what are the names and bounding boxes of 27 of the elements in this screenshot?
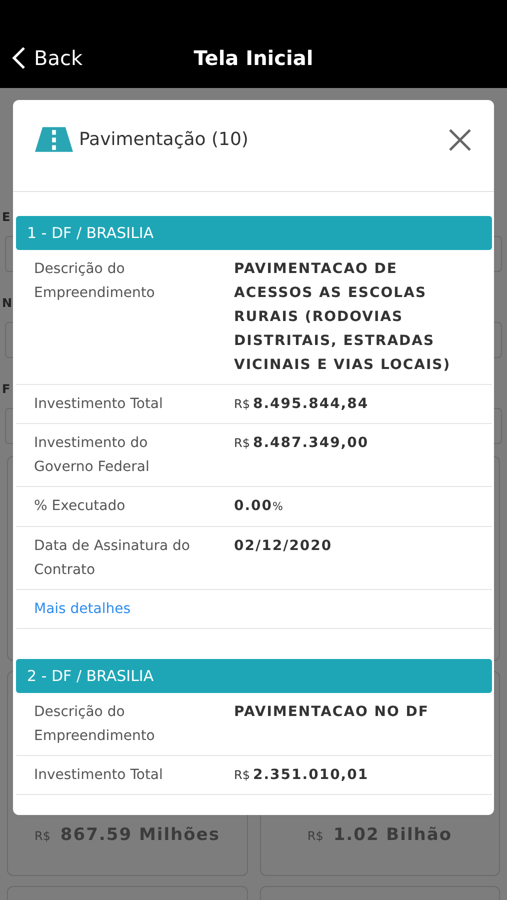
field-value: PAVIMENTACAO NO DF xyxy=(234,703,430,722)
field-value: R$ 8.495.844,84 xyxy=(234,395,370,414)
field-label: E xyxy=(2,209,10,226)
road-icon xyxy=(35,127,73,152)
field-label: Investimento do Governo Federal xyxy=(34,434,150,477)
field-label: Investimento Total xyxy=(34,395,164,414)
field-label: % Executado xyxy=(34,497,126,516)
field-label: Descrição do Empreendimento xyxy=(34,703,156,746)
field-label: Descrição do Empreendimento xyxy=(34,260,156,303)
modal-title: Pavimentação (10) xyxy=(79,129,250,150)
close-icon xyxy=(448,128,472,152)
field-value: PAVIMENTACAO DE ACESSOS AS ESCOLAS RURAIS (RODOVIAS DISTRITAIS, ESTRADAS VICINAIS E VIAS LOCAIS) xyxy=(234,260,452,375)
field-value: 02/12/2020 xyxy=(234,537,334,556)
group-header: 1 - DF / BRASILIA xyxy=(16,216,492,250)
field-label: Investimento Total xyxy=(34,766,164,785)
back-chevron-icon xyxy=(12,46,26,70)
back-button[interactable]: Back xyxy=(12,46,83,70)
field-label: F xyxy=(2,381,10,398)
card-value: R$ 867.59 Milhões xyxy=(34,825,220,845)
field-label: Data de Assinatura do Contrato xyxy=(34,537,191,580)
field-value: 0.00% xyxy=(234,497,285,516)
field-value: R$ 8.487.349,00 xyxy=(234,434,370,453)
screen-title: Tela Inicial xyxy=(194,46,314,70)
field-value: R$ 2.351.010,01 xyxy=(234,766,370,785)
group-header: 2 - DF / BRASILIA xyxy=(16,659,492,693)
field-label: N xyxy=(2,295,12,312)
card-value: R$ 1.02 Bilhão xyxy=(307,825,452,845)
